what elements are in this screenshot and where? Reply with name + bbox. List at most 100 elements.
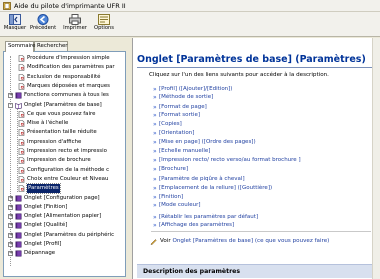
tree-item-label: Onglet [Paramètres du périphéric (24, 231, 115, 238)
navigation-pane: Sommaire Rechercher Procédure d'impressi… (0, 38, 127, 279)
help-page-icon (18, 120, 25, 127)
topic-link-label: [Mise en page] ([Ordre des pages]) (159, 139, 256, 145)
hide-button-label: Masquer (3, 25, 27, 31)
collapse-icon[interactable]: - (8, 102, 13, 108)
link-chevron-icon: » (153, 112, 157, 119)
title-divider (137, 67, 373, 68)
link-chevron-icon: » (153, 176, 157, 183)
tab-search-label: Rechercher (37, 43, 68, 49)
topic-link[interactable]: » [Profil] ([Ajouter]/[Edition]) (153, 86, 232, 93)
tree-item-label: Onglet [Profil] (24, 241, 62, 247)
topic-link[interactable]: » [Brochure] (153, 166, 189, 173)
vertical-scrollbar[interactable] (372, 38, 380, 279)
tree-item-label: Configuration de la méthode c (27, 166, 110, 173)
closed-book-icon (15, 250, 22, 257)
links-divider (151, 231, 371, 232)
tab-contents[interactable]: Sommaire (5, 41, 36, 52)
options-button[interactable]: Options (91, 13, 117, 36)
topic-link[interactable]: » [Rétablir les paramètres par défaut] (153, 214, 259, 221)
tree-item-label: Impression d'affiche (27, 138, 82, 145)
expand-icon[interactable]: + (8, 223, 13, 229)
print-button[interactable]: Imprimer (62, 13, 88, 36)
topic-link[interactable]: » [Affichage des paramètres] (153, 222, 234, 229)
topic-link-label: [Emplacement de la reliure] ([Gouttière]… (159, 185, 273, 191)
topic-link[interactable]: » [Mode couleur] (153, 202, 201, 209)
topic-link-label: [Impression recto/ recto verso/au format… (159, 157, 301, 163)
print-button-label: Imprimer (63, 25, 87, 31)
link-chevron-icon: » (153, 139, 157, 146)
tree-item-label: Paramètres (26, 183, 61, 195)
topic-link-label: [Format sortie] (159, 112, 200, 118)
help-page-icon (18, 55, 25, 62)
toolbar: Masquer Précédent Imprimer Options (0, 12, 380, 37)
topic-link[interactable]: » [Mise en page] ([Ordre des pages]) (153, 139, 256, 146)
tree-item-label: Marques déposées et marques (27, 82, 110, 89)
expand-icon[interactable]: + (8, 93, 13, 99)
topic-link[interactable]: » [Méthode de sortie] (153, 94, 214, 101)
link-chevron-icon: » (153, 166, 157, 173)
topic-pane: Onglet [Paramètres de base] (Paramètres)… (132, 38, 380, 279)
closed-book-icon (15, 195, 22, 202)
expand-icon[interactable]: + (8, 232, 13, 238)
back-button[interactable]: Précédent (30, 13, 56, 36)
topic-link-label: [Méthode de sortie] (159, 94, 214, 100)
topic-link-label: [Rétablir les paramètres par défaut] (159, 214, 259, 220)
help-page-icon (18, 157, 25, 165)
tab-search[interactable]: Rechercher (34, 41, 68, 51)
topic-link[interactable]: » [Copies] (153, 121, 182, 128)
closed-book-icon (15, 213, 22, 220)
back-button-label: Précédent (30, 25, 57, 31)
page-title: Onglet [Paramètres de base] (Paramètres) (137, 54, 366, 65)
help-page-icon (18, 138, 25, 146)
topic-link[interactable]: » [Paramètre de piqûre à cheval] (153, 176, 245, 183)
link-chevron-icon: » (153, 86, 157, 93)
closed-book-icon (15, 92, 22, 99)
topic-link[interactable]: » [Orientation] (153, 130, 194, 137)
expand-icon[interactable]: + (8, 242, 13, 247)
tree-item-label: Ce que vous pouvez faire (27, 110, 96, 117)
hide-panel-icon (9, 14, 21, 25)
tree-item-label: Modification des paramètres par (27, 64, 115, 71)
expand-icon[interactable]: + (8, 195, 13, 201)
tree-item-label: Onglet [Configuration page] (24, 194, 100, 201)
closed-book-icon (15, 222, 22, 229)
back-arrow-icon (37, 14, 49, 25)
expand-icon[interactable]: + (8, 251, 13, 257)
see-also-link[interactable]: Onglet [Paramètres de base] (ce que vous… (172, 238, 329, 244)
section-heading-band: Description des paramètres (137, 264, 377, 278)
intro-text: Cliquez sur l'un des liens suivants pour… (149, 72, 329, 78)
tree-item-label: Fonctions communes à tous les (24, 92, 109, 99)
help-page-icon (18, 64, 25, 72)
hide-button[interactable]: Masquer (2, 13, 28, 36)
tab-contents-label: Sommaire (8, 43, 36, 49)
help-page-icon (18, 176, 25, 183)
tree-item-label: Présentation taille réduite (27, 129, 97, 136)
tree-item-label: Dépannage (24, 250, 56, 257)
topic-link[interactable]: » [Format sortie] (153, 112, 200, 119)
expand-icon[interactable]: + (8, 204, 13, 210)
help-page-icon (18, 110, 25, 118)
link-chevron-icon: » (153, 121, 157, 128)
tree-item-label: Mise à l'échelle (27, 120, 69, 127)
contents-tree: Procédure d'impression simple Modificatio… (3, 51, 126, 277)
help-page-icon (18, 166, 25, 174)
options-icon (98, 14, 110, 25)
topic-link[interactable]: » [Impression recto/ recto verso/au forma… (153, 157, 301, 164)
see-also-prefix: Voir (160, 238, 171, 244)
link-chevron-icon: » (153, 214, 157, 221)
topic-link[interactable]: » [Emplacement de la reliure] ([Gouttière… (153, 185, 273, 192)
topic-link-label: [Copies] (159, 121, 182, 127)
topic-link[interactable]: » [Format de page] (153, 104, 207, 111)
topic-link[interactable]: » [Finition] (153, 194, 184, 201)
link-chevron-icon: » (153, 148, 157, 155)
topic-link-label: [Finition] (159, 194, 184, 200)
topic-link-label: [Echelle manuelle] (159, 148, 211, 154)
link-chevron-icon: » (153, 94, 157, 101)
topic-link[interactable]: » [Echelle manuelle] (153, 148, 211, 155)
topic-link-label: [Brochure] (159, 166, 189, 172)
closed-book-icon (15, 241, 22, 248)
tree-item-label: Exclusion de responsabilité (27, 73, 101, 80)
link-chevron-icon: » (153, 157, 157, 164)
window-title: Aide du pilote d'imprimante UFR II (14, 2, 126, 10)
expand-icon[interactable]: + (8, 214, 13, 220)
